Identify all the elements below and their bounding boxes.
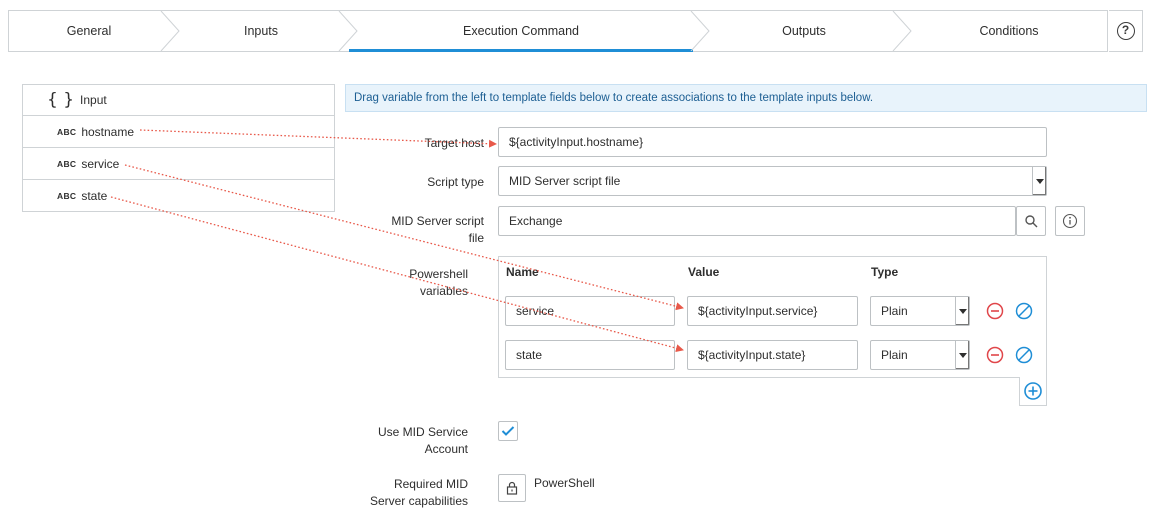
target-host-input[interactable]: ${activityInput.hostname}	[498, 127, 1047, 157]
braces-icon: { }	[47, 90, 75, 110]
lock-icon	[506, 481, 518, 495]
mid-script-label-line1: MID Server script	[391, 214, 484, 228]
info-icon	[1062, 213, 1078, 229]
capability-value: PowerShell	[534, 476, 595, 490]
grid-header-name: Name	[506, 265, 539, 279]
use-mid-label: Use MID Service Account	[308, 424, 468, 458]
variable-item-hostname[interactable]: ABC hostname	[22, 116, 335, 148]
add-icon	[1024, 382, 1042, 400]
chevron-down-icon	[955, 297, 969, 325]
variable-item-service[interactable]: ABC service	[22, 148, 335, 180]
ps-vars-label: Powershell variables	[308, 266, 468, 300]
association-arrows	[110, 129, 684, 353]
use-mid-checkbox[interactable]	[498, 421, 518, 441]
mid-script-label-line2: file	[468, 231, 484, 245]
tab-conditions[interactable]: Conditions	[909, 11, 1109, 51]
mid-script-label: MID Server script file	[324, 213, 484, 247]
string-type-icon: ABC	[57, 158, 77, 169]
grid-header-value: Value	[688, 265, 720, 279]
ps-var-type-value: Plain	[881, 348, 908, 362]
checkmark-icon	[501, 426, 515, 436]
script-type-select[interactable]: MID Server script file	[498, 166, 1047, 196]
help-icon: ?	[1116, 22, 1135, 40]
variable-name: hostname	[81, 124, 135, 139]
search-button[interactable]	[1016, 206, 1046, 236]
variable-name: service	[81, 156, 120, 171]
capabilities-label-line1: Required MID	[393, 477, 468, 491]
ps-var-name-input[interactable]: service	[505, 296, 675, 326]
remove-icon[interactable]	[986, 302, 1004, 320]
info-banner: Drag variable from the left to template …	[345, 84, 1147, 112]
tab-outputs[interactable]: Outputs	[709, 11, 899, 51]
script-type-value: MID Server script file	[509, 174, 621, 188]
ps-var-value-input[interactable]: ${activityInput.state}	[687, 340, 858, 370]
clear-icon[interactable]	[1015, 346, 1033, 364]
use-mid-label-line2: Account	[424, 442, 468, 456]
remove-icon[interactable]	[986, 346, 1004, 364]
string-type-icon: ABC	[57, 190, 77, 201]
ps-vars-label-line1: Powershell	[409, 267, 468, 281]
chevron-down-icon	[1032, 167, 1046, 195]
ps-var-type-select[interactable]: Plain	[870, 340, 970, 370]
grid-header-type: Type	[871, 265, 899, 279]
capabilities-lock-button[interactable]	[498, 474, 526, 502]
search-icon	[1025, 215, 1038, 228]
ps-var-type-value: Plain	[881, 304, 908, 318]
ps-var-name-input[interactable]: state	[505, 340, 675, 370]
capabilities-label-line2: Server capabilities	[369, 494, 468, 508]
ps-var-type-select[interactable]: Plain	[870, 296, 970, 326]
mid-script-input[interactable]: Exchange	[498, 206, 1016, 236]
string-type-icon: ABC	[57, 126, 77, 137]
variable-name: state	[81, 188, 108, 203]
chevron-down-icon	[955, 341, 969, 369]
input-variables-title: Input	[80, 93, 107, 107]
wizard-tab-bar: General Inputs Execution Command Outputs…	[8, 10, 1108, 52]
variable-item-state[interactable]: ABC state	[22, 180, 335, 212]
input-variables-panel: { } Input ABC hostname ABC service ABC s…	[22, 84, 335, 212]
clear-icon[interactable]	[1015, 302, 1033, 320]
input-variables-header: { } Input	[22, 84, 335, 116]
add-row-button[interactable]	[1019, 377, 1047, 406]
tab-inputs[interactable]: Inputs	[179, 11, 343, 51]
capabilities-label: Required MID Server capabilities	[308, 476, 468, 509]
ps-vars-label-line2: variables	[419, 284, 468, 298]
info-button[interactable]	[1055, 206, 1085, 236]
tab-general[interactable]: General	[9, 11, 169, 51]
script-type-label: Script type	[427, 175, 484, 189]
tab-execution-command[interactable]: Execution Command	[349, 11, 693, 52]
ps-var-value-input[interactable]: ${activityInput.service}	[687, 296, 858, 326]
use-mid-label-line1: Use MID Service	[377, 425, 468, 439]
target-host-label: Target host	[424, 136, 484, 150]
help-button[interactable]: ?	[1109, 10, 1143, 52]
